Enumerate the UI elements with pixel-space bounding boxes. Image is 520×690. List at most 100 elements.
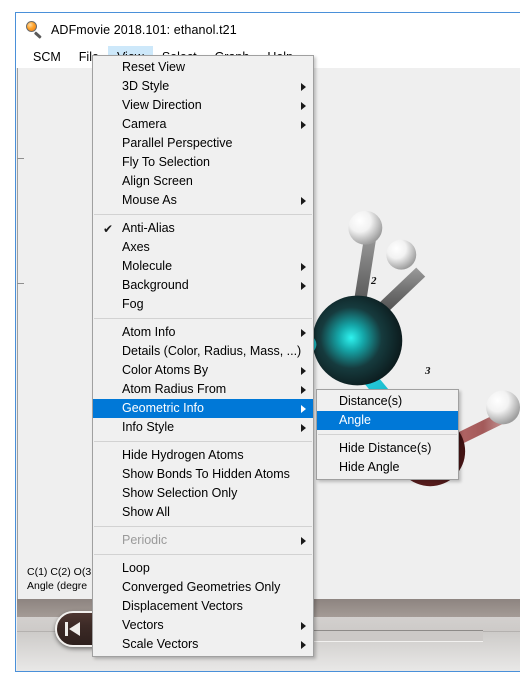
- menu-item-label: Molecule: [122, 259, 173, 273]
- submenu-arrow-icon: [301, 385, 306, 394]
- submenu-item-angle[interactable]: Angle: [317, 411, 458, 430]
- submenu-arrow-icon: [301, 536, 306, 545]
- menu-item-fly-to-selection[interactable]: Fly To Selection: [93, 153, 313, 172]
- menu-item-displacement-vectors[interactable]: Displacement Vectors: [93, 597, 313, 616]
- title-bar: ADFmovie 2018.101: ethanol.t21: [16, 13, 520, 46]
- menu-item-label: 3D Style: [122, 79, 170, 93]
- geometry-info-text: C(1) C(2) O(3 Angle (degre: [27, 565, 91, 593]
- menu-separator: [94, 214, 312, 215]
- screenshot-root: ADFmovie 2018.101: ethanol.t21 SCMFileVi…: [0, 0, 520, 690]
- menu-item-anti-alias[interactable]: ✔ Anti-Alias: [93, 219, 313, 238]
- menu-item-details-color-radius-mass[interactable]: Details (Color, Radius, Mass, ...): [93, 342, 313, 361]
- menu-item-label: Displacement Vectors: [122, 599, 243, 613]
- menu-item-label: Info Style: [122, 420, 175, 434]
- menu-item-label: Scale Vectors: [122, 637, 199, 651]
- submenu-arrow-icon: [301, 101, 306, 110]
- submenu-arrow-icon: [301, 621, 306, 630]
- menu-item-atom-info[interactable]: Atom Info: [93, 323, 313, 342]
- menu-item-parallel-perspective[interactable]: Parallel Perspective: [93, 134, 313, 153]
- geometry-info-line-1: C(1) C(2) O(3: [27, 566, 92, 578]
- menu-item-label: Angle: [339, 413, 371, 427]
- submenu-arrow-icon: [301, 404, 306, 413]
- menu-item-background[interactable]: Background: [93, 276, 313, 295]
- menu-item-label: Loop: [122, 561, 150, 575]
- menu-item-label: Color Atoms By: [122, 363, 209, 377]
- menu-item-hide-hydrogen-atoms[interactable]: Hide Hydrogen Atoms: [93, 446, 313, 465]
- menu-item-show-bonds-to-hidden-atoms[interactable]: Show Bonds To Hidden Atoms: [93, 465, 313, 484]
- view-dropdown-menu: Reset View 3D Style View Direction Camera Pa…: [92, 55, 314, 657]
- menu-item-reset-view[interactable]: Reset View: [93, 58, 313, 77]
- menu-separator: [318, 434, 457, 435]
- menu-item-molecule[interactable]: Molecule: [93, 257, 313, 276]
- submenu-item-hide-angle[interactable]: Hide Angle: [317, 458, 458, 477]
- menu-item-label: Atom Radius From: [122, 382, 227, 396]
- magnifier-icon: [26, 21, 43, 39]
- submenu-arrow-icon: [301, 366, 306, 375]
- menu-item-camera[interactable]: Camera: [93, 115, 313, 134]
- menu-item-label: Hide Angle: [339, 460, 400, 474]
- menu-item-align-screen[interactable]: Align Screen: [93, 172, 313, 191]
- menu-item-periodic: Periodic: [93, 531, 313, 550]
- menu-item-label: Align Screen: [122, 174, 193, 188]
- menu-item-color-atoms-by[interactable]: Color Atoms By: [93, 361, 313, 380]
- menu-separator: [94, 526, 312, 527]
- checkmark-icon: ✔: [103, 221, 114, 236]
- atom-label: 2: [371, 275, 377, 287]
- menu-item-label: Reset View: [122, 60, 185, 74]
- menu-item-label: Show Bonds To Hidden Atoms: [122, 467, 290, 481]
- menu-item-vectors[interactable]: Vectors: [93, 616, 313, 635]
- menu-separator: [94, 318, 312, 319]
- menu-item-label: Fly To Selection: [122, 155, 211, 169]
- menu-item-loop[interactable]: Loop: [93, 559, 313, 578]
- menu-item-label: Atom Info: [122, 325, 176, 339]
- menu-item-label: Camera: [122, 117, 167, 131]
- skip-to-start-button[interactable]: [61, 619, 85, 639]
- window-title: ADFmovie 2018.101: ethanol.t21: [51, 22, 237, 37]
- submenu-item-hide-distance-s[interactable]: Hide Distance(s): [317, 439, 458, 458]
- submenu-arrow-icon: [301, 640, 306, 649]
- submenu-item-distance-s[interactable]: Distance(s): [317, 392, 458, 411]
- submenu-arrow-icon: [301, 281, 306, 290]
- menu-item-show-selection-only[interactable]: Show Selection Only: [93, 484, 313, 503]
- menu-item-info-style[interactable]: Info Style: [93, 418, 313, 437]
- menu-item-label: Vectors: [122, 618, 164, 632]
- menu-item-label: Parallel Perspective: [122, 136, 233, 150]
- submenu-arrow-icon: [301, 423, 306, 432]
- menu-item-label: Show Selection Only: [122, 486, 238, 500]
- menu-item-atom-radius-from[interactable]: Atom Radius From: [93, 380, 313, 399]
- submenu-arrow-icon: [301, 328, 306, 337]
- menubar-item-scm[interactable]: SCM: [24, 46, 70, 68]
- menu-item-converged-geometries-only[interactable]: Converged Geometries Only: [93, 578, 313, 597]
- menu-item-scale-vectors[interactable]: Scale Vectors: [93, 635, 313, 654]
- menu-item-label: Mouse As: [122, 193, 177, 207]
- menu-item-label: Converged Geometries Only: [122, 580, 281, 594]
- menu-item-label: Anti-Alias: [122, 221, 175, 235]
- menu-item-label: Details (Color, Radius, Mass, ...): [122, 344, 302, 358]
- atom-label: 3: [425, 365, 431, 377]
- menu-item-label: View Direction: [122, 98, 202, 112]
- menu-item-fog[interactable]: Fog: [93, 295, 313, 314]
- menu-item-label: Background: [122, 278, 189, 292]
- submenu-arrow-icon: [301, 196, 306, 205]
- menu-separator: [94, 441, 312, 442]
- menu-item-3d-style[interactable]: 3D Style: [93, 77, 313, 96]
- menu-item-label: Hide Hydrogen Atoms: [122, 448, 244, 462]
- geometry-info-line-2: Angle (degre: [27, 580, 88, 592]
- menu-item-label: Fog: [122, 297, 144, 311]
- submenu-arrow-icon: [301, 120, 306, 129]
- submenu-arrow-icon: [301, 82, 306, 91]
- menu-item-label: Axes: [122, 240, 150, 254]
- menu-item-label: Show All: [122, 505, 170, 519]
- geometric-info-submenu: Distance(s) Angle Hide Distance(s) Hide Ang…: [316, 389, 459, 480]
- menu-item-label: Distance(s): [339, 394, 403, 408]
- menu-item-mouse-as[interactable]: Mouse As: [93, 191, 313, 210]
- menu-item-label: Periodic: [122, 533, 168, 547]
- menu-item-label: Geometric Info: [122, 401, 204, 415]
- menu-item-axes[interactable]: Axes: [93, 238, 313, 257]
- menu-item-show-all[interactable]: Show All: [93, 503, 313, 522]
- menu-separator: [94, 554, 312, 555]
- submenu-arrow-icon: [301, 262, 306, 271]
- menu-item-geometric-info[interactable]: Geometric Info: [93, 399, 313, 418]
- menu-item-view-direction[interactable]: View Direction: [93, 96, 313, 115]
- menu-item-label: Hide Distance(s): [339, 441, 432, 455]
